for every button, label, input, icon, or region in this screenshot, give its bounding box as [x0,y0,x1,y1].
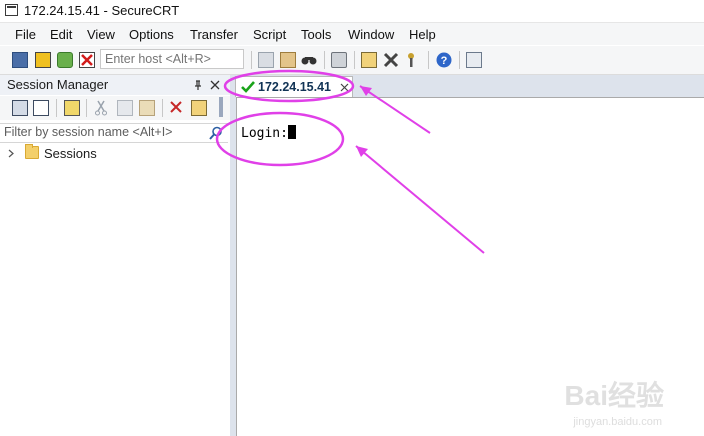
find-icon[interactable] [301,53,317,69]
toolbar-separator [162,99,163,117]
menu-edit[interactable]: Edit [50,27,72,42]
menu-file[interactable]: File [15,27,36,42]
copy-session-icon[interactable] [117,100,133,116]
chevron-right-icon[interactable] [8,149,14,158]
connect-session-icon[interactable] [12,100,28,116]
menu-window[interactable]: Window [348,27,394,42]
quick-connect-input[interactable] [100,49,244,69]
session-filter-field[interactable]: Filter by session name <Alt+I> [0,123,228,143]
tab-label: 172.24.15.41 [258,80,331,94]
session-filter-placeholder: Filter by session name <Alt+I> [4,125,173,139]
toolbar-separator [86,99,87,117]
session-manager-title: Session Manager [7,77,109,92]
toolbar-separator [428,51,429,69]
folder-icon [25,144,39,159]
help-icon[interactable]: ? [436,52,452,68]
title-bar: 172.24.15.41 - SecureCRT [0,0,704,23]
keymap-icon[interactable] [406,52,422,68]
svg-text:?: ? [441,55,448,67]
terminal-cursor [287,125,296,139]
cut-icon[interactable] [94,100,110,116]
paste-icon[interactable] [280,52,296,68]
menu-transfer[interactable]: Transfer [190,27,238,42]
menu-tools[interactable]: Tools [301,27,331,42]
menu-help[interactable]: Help [409,27,436,42]
session-options-icon[interactable] [361,52,377,68]
quick-connect-icon[interactable] [35,52,51,68]
tree-item-label: Sessions [44,146,97,161]
main-toolbar: ? [0,46,704,75]
paste-session-icon[interactable] [139,100,155,116]
close-tab-icon[interactable] [340,83,349,92]
properties-icon[interactable] [64,100,80,116]
connected-check-icon [241,81,255,93]
menu-script[interactable]: Script [253,27,286,42]
terminal-prompt: Login: [241,126,288,141]
terminal-line: Login: [241,125,296,141]
reconnect-icon[interactable] [57,52,73,68]
menu-view[interactable]: View [87,27,115,42]
toolbar-separator [56,99,57,117]
toolbar-overflow-grip[interactable] [219,97,223,117]
session-manager-toolbar [0,96,230,120]
new-session-icon[interactable] [33,100,49,116]
sftp-icon[interactable] [466,52,482,68]
search-icon[interactable] [209,126,223,140]
toolbar-separator [324,51,325,69]
toolbar-separator [251,51,252,69]
toolbar-separator [459,51,460,69]
print-icon[interactable] [331,52,347,68]
window-title: 172.24.15.41 - SecureCRT [24,3,180,18]
connect-icon[interactable] [12,52,28,68]
session-manager-header: Session Manager [0,75,230,95]
securecrt-app-icon [5,4,18,16]
disconnect-icon[interactable] [79,52,95,68]
watermark-url: jingyan.baidu.com [573,416,662,428]
delete-icon[interactable] [169,100,185,116]
tab-session[interactable]: 172.24.15.41 [235,76,353,97]
pin-icon[interactable] [193,80,203,91]
session-settings-icon[interactable] [191,100,207,116]
session-manager-panel: Session Manager Filter by session name <… [0,75,231,436]
watermark-brand: Bai经验 [564,380,664,411]
menu-options[interactable]: Options [129,27,174,42]
tree-item-sessions[interactable]: Sessions [0,144,228,164]
close-panel-icon[interactable] [210,80,220,90]
copy-icon[interactable] [258,52,274,68]
menu-bar: File Edit View Options Transfer Script T… [0,23,704,45]
global-options-icon[interactable] [383,52,399,68]
toolbar-separator [354,51,355,69]
